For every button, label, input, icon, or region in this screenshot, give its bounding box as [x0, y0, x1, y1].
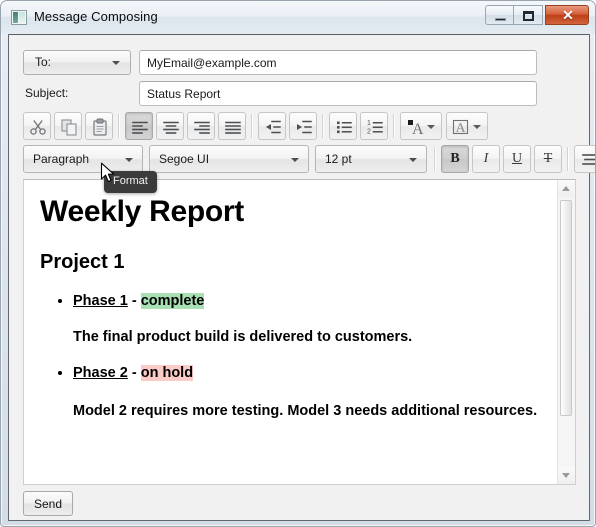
numbered-list-icon: 1 2 [367, 120, 383, 136]
line-spacing-icon [582, 154, 595, 165]
align-center-button[interactable] [156, 112, 184, 140]
paragraph-format-value: Paragraph [33, 152, 90, 166]
maximize-icon [523, 11, 534, 21]
recipient-type-dropdown[interactable]: To: [23, 50, 131, 75]
increase-indent-icon [297, 120, 312, 134]
chevron-down-icon [473, 125, 481, 129]
scroll-up-button[interactable] [558, 180, 574, 197]
phase-name: Phase 1 [73, 293, 128, 309]
align-left-icon [132, 121, 148, 134]
tooltip: Format [104, 171, 157, 193]
align-center-icon [163, 121, 179, 134]
application-window: Message Composing ✕ To: Subject: [0, 0, 596, 527]
formatting-toolbar-row-2: Paragraph Segoe UI 12 pt B I U T [23, 145, 595, 173]
subject-input[interactable] [139, 81, 537, 106]
italic-button[interactable]: I [472, 145, 500, 173]
document-title: Weekly Report [40, 195, 244, 228]
phase-list: Phase 1 - complete [40, 290, 543, 312]
phase-status: on hold [140, 365, 194, 381]
font-color-button[interactable]: A [400, 112, 442, 140]
font-family-value: Segoe UI [159, 152, 210, 166]
highlight-color-button[interactable]: A [446, 112, 488, 140]
clipboard-icon [93, 118, 107, 136]
align-right-button[interactable] [187, 112, 215, 140]
chevron-down-icon [291, 158, 299, 162]
phase-dash: - [127, 293, 141, 309]
chevron-down-icon [409, 158, 417, 162]
bullet-list-button[interactable] [329, 112, 357, 140]
svg-text:1: 1 [367, 120, 371, 127]
recipient-type-label: To: [35, 55, 52, 69]
toolbar-separator-6 [567, 147, 569, 171]
minimize-icon [495, 18, 506, 21]
toolbar-separator-5 [434, 147, 436, 171]
maximize-button[interactable] [514, 5, 543, 25]
align-justify-button[interactable] [218, 112, 246, 140]
cut-button[interactable] [23, 112, 51, 140]
close-icon: ✕ [562, 7, 574, 23]
chevron-down-icon [427, 125, 435, 129]
phase-body: The final product build is delivered to … [73, 329, 413, 345]
phase-dash: - [127, 365, 141, 381]
close-button[interactable]: ✕ [545, 5, 589, 25]
underline-button[interactable]: U [503, 145, 531, 173]
chevron-down-icon [112, 61, 120, 65]
svg-text:A: A [412, 121, 424, 138]
scroll-up-icon [562, 186, 570, 191]
scissors-icon [30, 120, 46, 135]
phase-status: complete [140, 293, 205, 309]
subject-label: Subject: [25, 86, 69, 100]
line-spacing-button[interactable] [574, 145, 595, 173]
svg-text:2: 2 [367, 129, 371, 136]
align-right-icon [194, 121, 210, 134]
toolbar-separator-2 [251, 114, 253, 138]
strikethrough-button[interactable]: T [534, 145, 562, 173]
document-content[interactable]: Weekly Report Project 1 Phase 1 - comple… [24, 180, 559, 484]
title-bar[interactable]: Message Composing ✕ [1, 1, 595, 34]
send-button[interactable]: Send [23, 491, 73, 516]
align-justify-icon [225, 121, 241, 134]
decrease-indent-icon [266, 120, 281, 134]
client-area: To: Subject: [8, 34, 595, 521]
phase-body: Model 2 requires more testing. Model 3 n… [73, 403, 538, 419]
svg-text:A: A [456, 121, 467, 136]
list-item: Phase 1 - complete [73, 290, 543, 312]
window-title: Message Composing [34, 9, 158, 24]
formatting-toolbar-row-1: 1 2 A A [23, 112, 583, 140]
document-section-heading: Project 1 [40, 251, 125, 273]
toolbar-separator-4 [393, 114, 395, 138]
paragraph-format-dropdown[interactable]: Paragraph [23, 145, 143, 173]
increase-indent-button[interactable] [289, 112, 317, 140]
font-size-value: 12 pt [325, 152, 352, 166]
copy-button[interactable] [54, 112, 82, 140]
scroll-down-button[interactable] [558, 467, 574, 484]
font-family-dropdown[interactable]: Segoe UI [149, 145, 309, 173]
numbered-list-button[interactable]: 1 2 [360, 112, 388, 140]
align-left-button[interactable] [125, 112, 153, 140]
paste-button[interactable] [85, 112, 113, 140]
toolbar-separator-3 [322, 114, 324, 138]
scrollbar-thumb[interactable] [560, 200, 572, 416]
minimize-button[interactable] [485, 5, 514, 25]
phase-name: Phase 2 [73, 365, 128, 381]
font-color-icon: A [408, 120, 424, 138]
phase-list: Phase 2 - on hold [40, 362, 543, 384]
recipient-input[interactable] [139, 50, 537, 75]
decrease-indent-button[interactable] [258, 112, 286, 140]
vertical-scrollbar[interactable] [557, 180, 575, 484]
copy-icon [61, 119, 77, 136]
app-icon [11, 10, 27, 25]
toolbar-separator-1 [118, 114, 120, 138]
chevron-down-icon [125, 158, 133, 162]
scroll-down-icon [562, 473, 570, 478]
bold-button[interactable]: B [441, 145, 469, 173]
message-body-editor[interactable]: Weekly Report Project 1 Phase 1 - comple… [23, 179, 576, 485]
font-size-dropdown[interactable]: 12 pt [315, 145, 427, 173]
list-item: Phase 2 - on hold [73, 362, 543, 384]
bullet-list-icon [337, 121, 352, 134]
highlight-color-icon: A [452, 119, 469, 136]
